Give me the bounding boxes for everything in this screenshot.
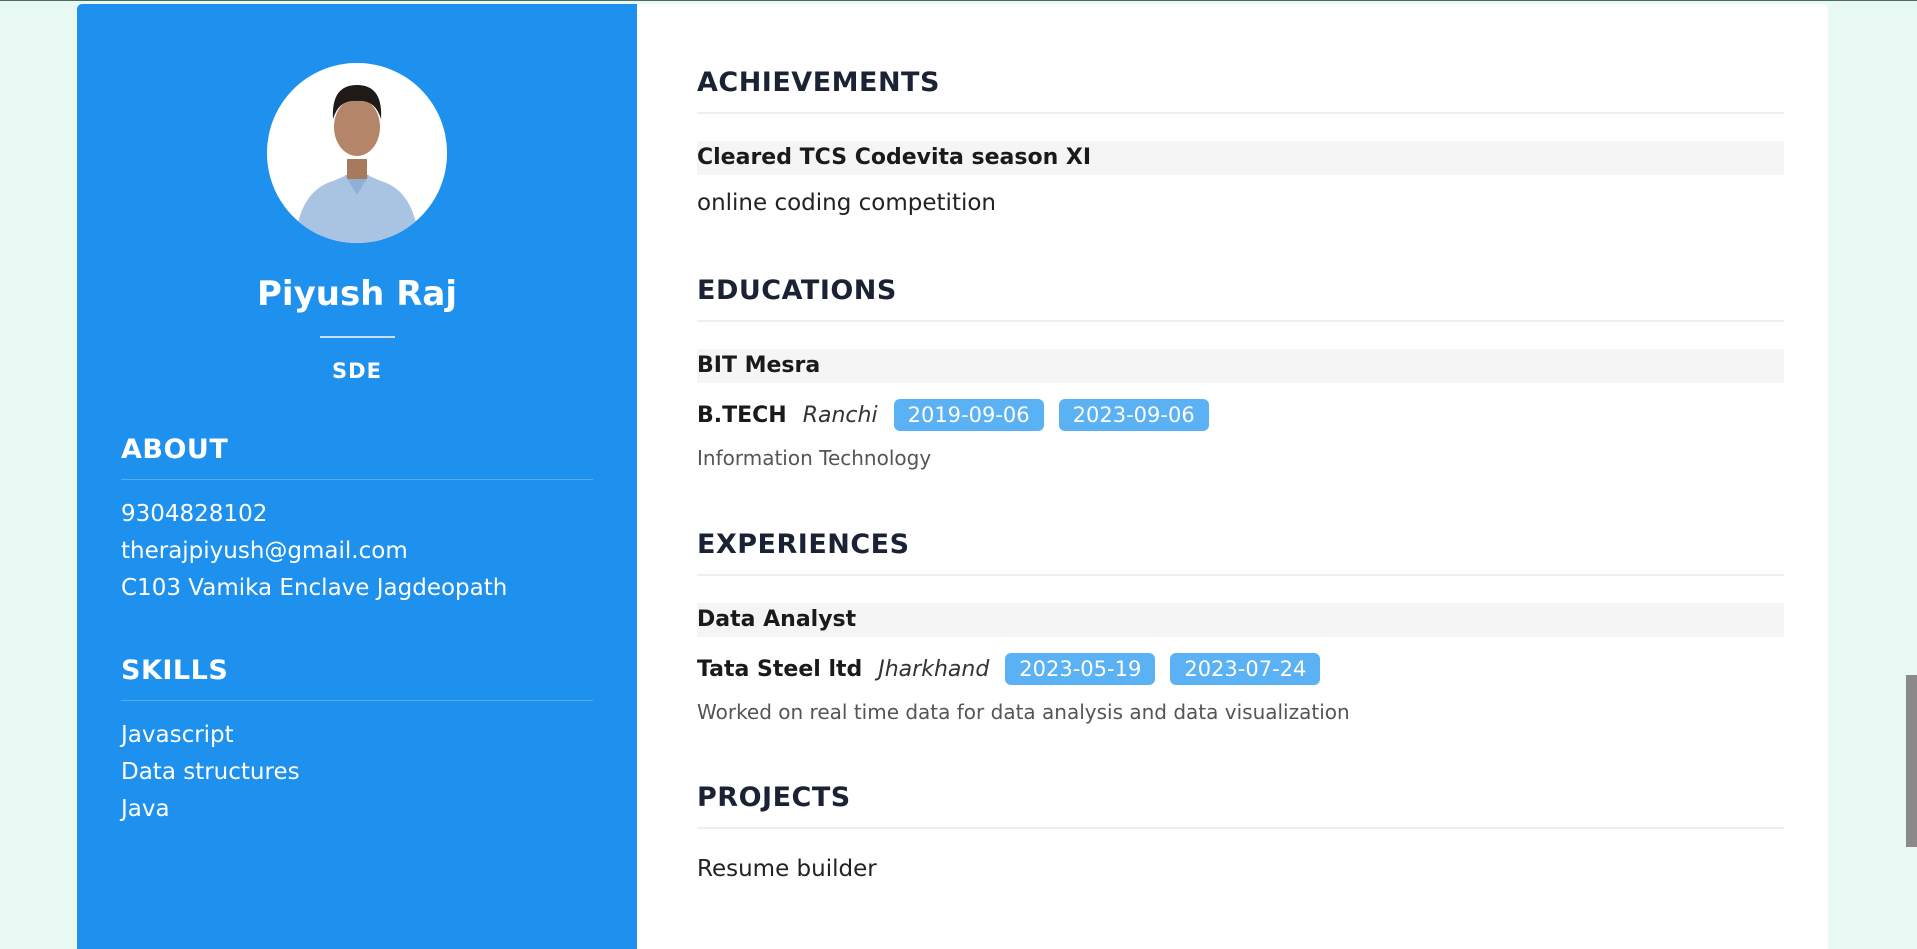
- page-scrollbar-thumb[interactable]: [1906, 675, 1917, 847]
- profile-role: SDE: [332, 359, 382, 383]
- education-location: Ranchi: [802, 402, 878, 428]
- achievements-section: ACHIEVEMENTS Cleared TCS Codevita season…: [697, 67, 1784, 216]
- top-border: [0, 0, 1917, 1]
- educations-section: EDUCATIONS BIT Mesra B.TECH Ranchi 2019-…: [697, 275, 1784, 470]
- experience-description: Worked on real time data for data analys…: [697, 700, 1350, 724]
- achievements-heading: ACHIEVEMENTS: [697, 67, 1784, 114]
- experience-location: Jharkhand: [878, 656, 990, 682]
- education-description: Information Technology: [697, 446, 932, 470]
- experience-end-date-badge: 2023-07-24: [1170, 653, 1321, 685]
- about-heading: ABOUT: [121, 434, 593, 480]
- education-meta: B.TECH Ranchi 2019-09-06 2023-09-06: [697, 398, 1784, 432]
- postal-address: C103 Vamika Enclave Jagdeopath: [121, 575, 508, 601]
- education-end-date-badge: 2023-09-06: [1058, 399, 1209, 431]
- education-start-date-badge: 2019-09-06: [893, 399, 1044, 431]
- achievement-title: Cleared TCS Codevita season XI: [697, 141, 1784, 175]
- phone-number: 9304828102: [121, 501, 268, 527]
- projects-heading: PROJECTS: [697, 782, 1784, 829]
- achievement-subtitle: online coding competition: [697, 190, 996, 216]
- education-degree: B.TECH: [697, 402, 787, 428]
- profile-name: Piyush Raj: [257, 274, 457, 314]
- profile-sidebar: Piyush Raj SDE ABOUT 9304828102 therajpi…: [77, 4, 637, 949]
- skill-item: Javascript: [121, 722, 234, 748]
- resume-card: Piyush Raj SDE ABOUT 9304828102 therajpi…: [77, 4, 1828, 949]
- educations-heading: EDUCATIONS: [697, 275, 1784, 322]
- experience-meta: Tata Steel ltd Jharkhand 2023-05-19 2023…: [697, 652, 1784, 686]
- education-institute: BIT Mesra: [697, 349, 1784, 383]
- profile-photo: [267, 63, 447, 243]
- project-item: Resume builder: [697, 856, 877, 882]
- experience-start-date-badge: 2023-05-19: [1005, 653, 1156, 685]
- skills-heading: SKILLS: [121, 655, 593, 701]
- about-section: ABOUT 9304828102 therajpiyush@gmail.com …: [121, 434, 593, 607]
- experience-company: Tata Steel ltd: [697, 656, 863, 682]
- skill-item: Java: [121, 796, 170, 822]
- email-address: therajpiyush@gmail.com: [121, 538, 408, 564]
- experiences-section: EXPERIENCES Data Analyst Tata Steel ltd …: [697, 529, 1784, 724]
- name-divider: [320, 336, 395, 338]
- experiences-heading: EXPERIENCES: [697, 529, 1784, 576]
- experience-title: Data Analyst: [697, 603, 1784, 637]
- skill-item: Data structures: [121, 759, 300, 785]
- projects-section: PROJECTS Resume builder: [697, 782, 1784, 882]
- skills-section: SKILLS Javascript Data structures Java: [121, 655, 593, 828]
